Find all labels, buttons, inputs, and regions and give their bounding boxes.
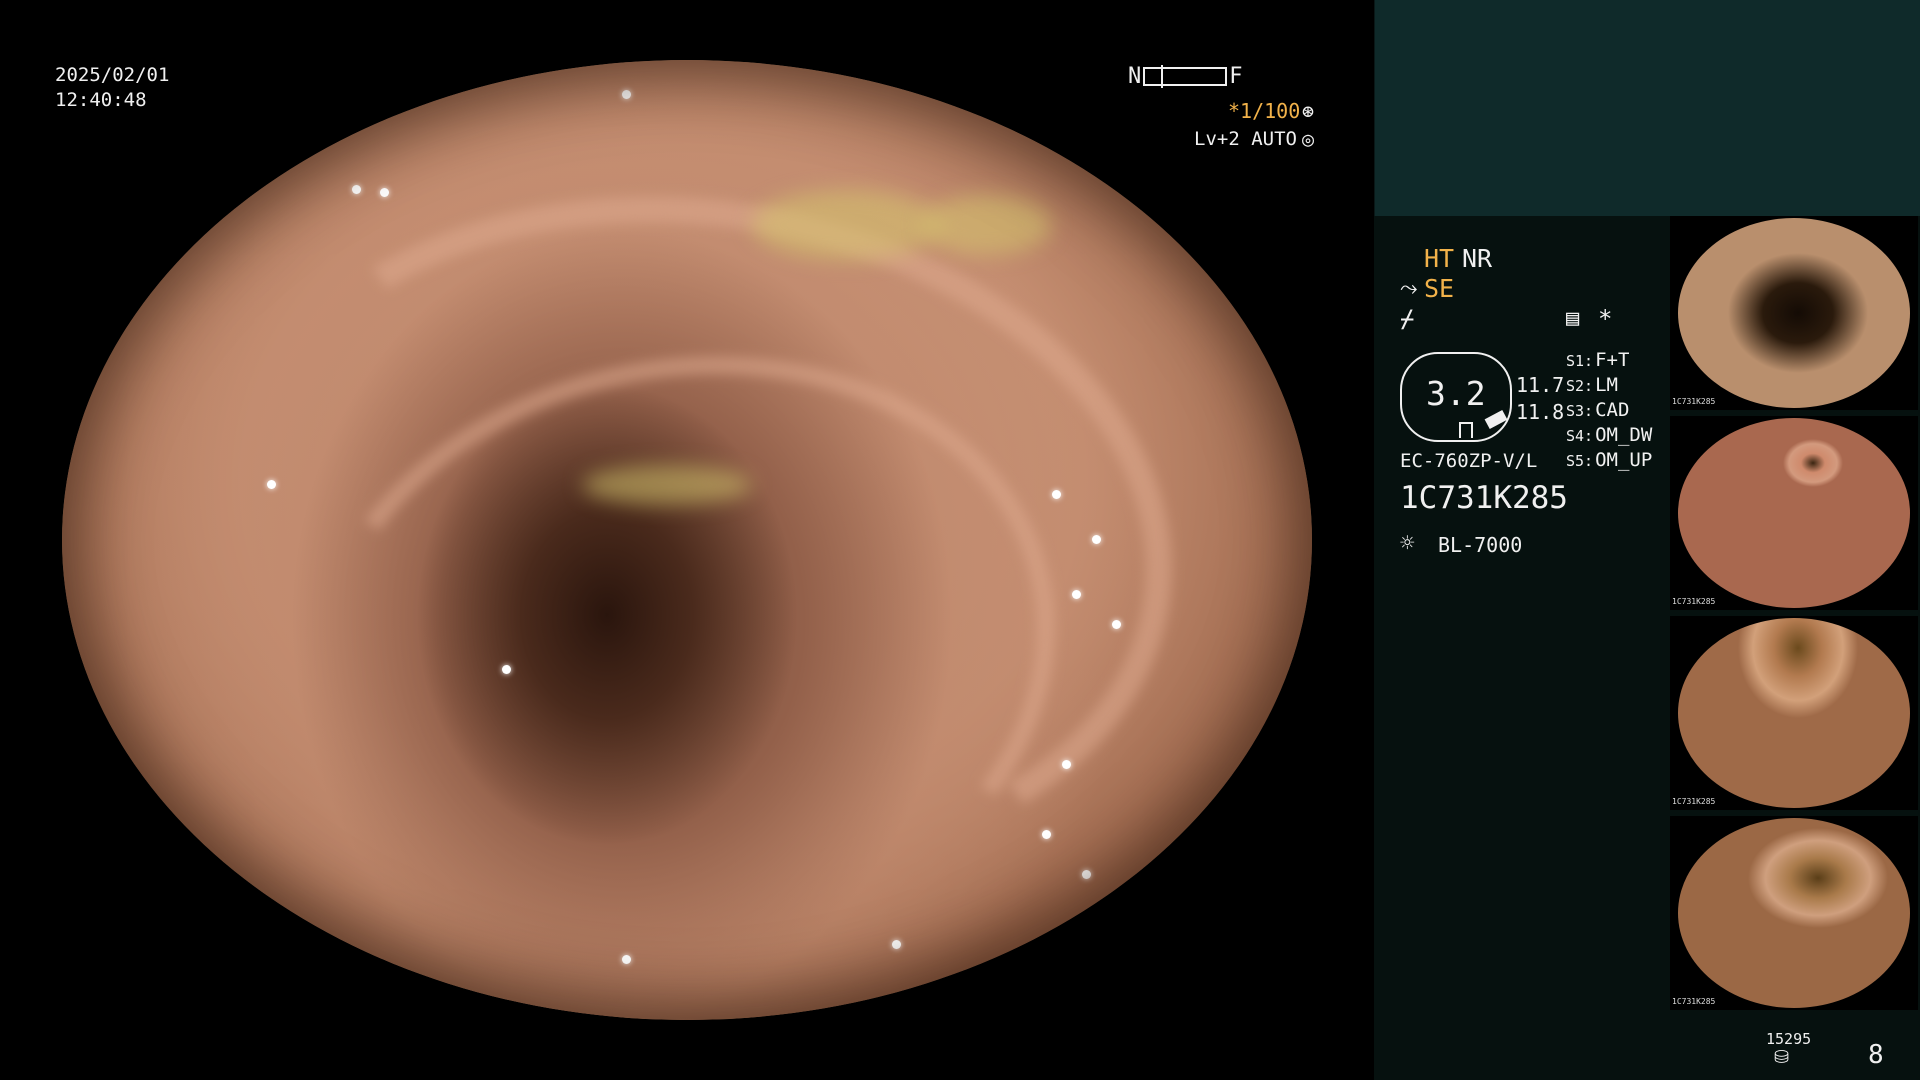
thumbnail-label: 1C731K285 — [1672, 397, 1716, 406]
zoom-mark — [1459, 422, 1473, 438]
memo-icon: ▤ — [1566, 306, 1580, 331]
light-source: BL-7000 — [1438, 533, 1523, 557]
function-slot-3: S3: CAD — [1566, 399, 1630, 421]
scope-model: EC-760ZP-V/L — [1400, 450, 1538, 472]
measure-value-1: 11.7 — [1516, 373, 1565, 397]
shutter-icon: ⊛ — [1302, 99, 1315, 123]
shutter-speed: *1/100 — [1228, 99, 1301, 123]
storage-icon: ⛁ — [1774, 1047, 1790, 1068]
thumbnail-image — [1678, 418, 1910, 608]
thumbnail-image — [1678, 218, 1910, 408]
se-mode: SE — [1424, 274, 1455, 303]
info-panel-top — [1374, 0, 1920, 216]
function-slot-2: S2: LM — [1566, 374, 1618, 396]
image-vignette — [62, 60, 1312, 1020]
function-slot-5: S5: OM_UP — [1566, 449, 1653, 471]
brightness-level: Lv+2 AUTO — [1194, 128, 1297, 150]
near-far-indicator: N F — [1128, 64, 1243, 89]
focus-bar — [1143, 65, 1228, 88]
thumbnail-label: 1C731K285 — [1672, 597, 1716, 606]
thumbnail-image — [1678, 618, 1910, 808]
thumbnail-image — [1678, 818, 1910, 1008]
endoscopy-screen: 2025/02/01 12:40:48 N F *1/100 ⊛ Lv+2 AU… — [0, 0, 1920, 1080]
endoscope-live-image[interactable] — [62, 60, 1312, 1020]
focus-position-tick — [1161, 65, 1164, 88]
structure-enhance-icon: ⤳ — [1400, 276, 1418, 301]
iris-icon: ◎ — [1302, 127, 1315, 151]
scope-serial: 1C731K285 — [1400, 480, 1568, 516]
thumbnail-label: 1C731K285 — [1672, 797, 1716, 806]
lamp-icon: ☼ — [1400, 529, 1415, 557]
capture-thumbnail[interactable]: 1C731K285 — [1670, 416, 1918, 610]
function-slot-4: S4: OM_DW — [1566, 424, 1653, 446]
near-label: N — [1128, 64, 1142, 89]
storage-count: 15295 — [1766, 1030, 1812, 1048]
capture-thumbnail[interactable]: 1C731K285 — [1670, 216, 1918, 410]
measure-value-2: 11.8 — [1516, 400, 1565, 424]
nr-mode: NR — [1462, 244, 1493, 273]
star-icon: * — [1598, 305, 1613, 333]
capture-thumbnail[interactable]: 1C731K285 — [1670, 816, 1918, 1010]
color-mode-icon: ⌿ — [1400, 305, 1415, 333]
far-label: F — [1229, 64, 1243, 89]
function-slot-1: S1: F+T — [1566, 349, 1630, 371]
zoom-value: 3.2 — [1426, 374, 1486, 413]
date-display: 2025/02/01 — [55, 64, 170, 86]
thumbnail-label: 1C731K285 — [1672, 997, 1716, 1006]
image-count: 8 — [1868, 1040, 1884, 1070]
ht-mode: HT — [1424, 244, 1455, 273]
time-display: 12:40:48 — [55, 89, 147, 111]
capture-thumbnail[interactable]: 1C731K285 — [1670, 616, 1918, 810]
